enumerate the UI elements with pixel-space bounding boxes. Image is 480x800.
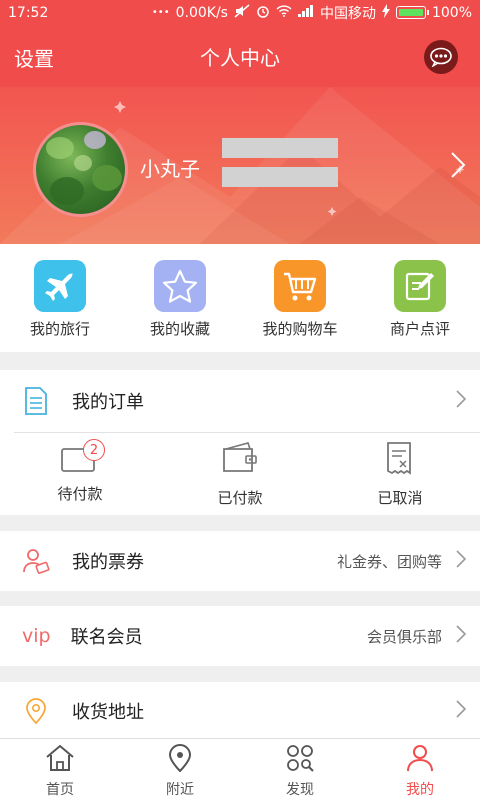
signal-icon — [297, 4, 314, 21]
nav-discover[interactable]: 发现 — [240, 739, 360, 800]
quick-action-favorites[interactable]: 我的收藏 — [120, 244, 240, 352]
avatar[interactable] — [33, 122, 128, 217]
nav-label: 首页 — [46, 782, 74, 798]
card-pending-icon: 2 — [60, 439, 105, 475]
edit-note-icon — [394, 260, 446, 312]
quick-action-travel[interactable]: 我的旅行 — [0, 244, 120, 352]
nav-home[interactable]: 首页 — [0, 739, 120, 800]
vip-card: vip 联名会员 会员俱乐部 — [0, 606, 480, 666]
charging-icon — [381, 3, 390, 22]
tickets-card: 我的票券 礼金券、团购等 — [0, 531, 480, 591]
page-title: 个人中心 — [200, 45, 280, 70]
bottom-nav: 首页 附近 发现 我的 — [0, 738, 480, 800]
settings-button[interactable]: 设置 — [14, 43, 54, 72]
orders-title: 我的订单 — [72, 392, 144, 413]
tickets-row[interactable]: 我的票券 礼金券、团购等 — [0, 531, 480, 591]
order-status-list: 2 待付款 已付款 已取消 — [0, 433, 480, 519]
chevron-right-icon — [456, 390, 467, 412]
nav-nearby[interactable]: 附近 — [120, 739, 240, 800]
status-dots: ••• — [151, 7, 170, 18]
status-time: 17:52 — [8, 4, 49, 21]
status-battery: 100% — [431, 4, 472, 21]
wallet-icon — [220, 441, 260, 479]
order-status-label: 已取消 — [377, 489, 423, 507]
order-status-label: 已付款 — [217, 489, 263, 507]
username: 小丸子 — [140, 157, 200, 181]
chevron-right-icon — [456, 550, 467, 572]
nav-label: 附近 — [166, 782, 194, 798]
quick-action-label: 商户点评 — [389, 320, 450, 338]
vip-label: 联名会员 — [70, 627, 143, 648]
title-bar: 设置 个人中心 — [0, 25, 480, 87]
mute-icon — [234, 3, 250, 22]
wifi-icon — [276, 4, 292, 21]
coupon-person-icon — [22, 547, 50, 575]
nav-label: 发现 — [286, 782, 314, 798]
quick-actions: 我的旅行 我的收藏 我的购物车 商户点评 — [0, 244, 480, 352]
status-speed: 0.00K/s — [175, 4, 228, 21]
quick-action-label: 我的旅行 — [29, 320, 90, 338]
redacted-info-bar-1 — [222, 138, 338, 158]
order-cancelled[interactable]: 已取消 — [320, 433, 480, 519]
orders-card: 我的订单 2 待付款 已付款 已取消 — [0, 370, 480, 515]
document-icon — [22, 387, 50, 415]
tickets-subtitle: 礼金券、团购等 — [336, 552, 442, 571]
address-label: 收货地址 — [72, 702, 144, 723]
profile-banner[interactable]: 小丸子 — [0, 87, 480, 244]
order-status-label: 待付款 — [57, 485, 103, 503]
location-pin-icon — [168, 744, 192, 776]
message-bubble-icon[interactable] — [424, 40, 458, 74]
order-paid[interactable]: 已付款 — [160, 433, 320, 519]
chevron-right-icon — [456, 700, 467, 722]
quick-action-label: 我的购物车 — [262, 320, 338, 338]
location-pin-icon — [22, 697, 50, 725]
airplane-icon — [34, 260, 86, 312]
status-carrier: 中国移动 — [319, 5, 376, 22]
tickets-label: 我的票券 — [72, 552, 144, 573]
pending-badge: 2 — [83, 439, 105, 461]
orders-row[interactable]: 我的订单 — [0, 370, 480, 432]
quick-action-label: 我的收藏 — [149, 320, 210, 338]
vip-row[interactable]: vip 联名会员 会员俱乐部 — [0, 606, 480, 666]
cancelled-receipt-icon — [380, 441, 420, 479]
status-bar: 17:52 ••• 0.00K/s 中国移动 100% — [0, 0, 480, 25]
star-icon — [154, 260, 206, 312]
battery-icon — [395, 6, 429, 19]
address-card: 收货地址 — [0, 682, 480, 738]
nav-mine[interactable]: 我的 — [360, 739, 480, 800]
vip-subtitle: 会员俱乐部 — [366, 627, 442, 646]
chevron-right-icon — [456, 625, 467, 647]
person-icon — [405, 744, 435, 776]
vip-icon: vip — [22, 625, 51, 647]
address-row[interactable]: 收货地址 — [0, 682, 480, 740]
redacted-info-bar-2 — [222, 167, 338, 187]
nav-label: 我的 — [406, 782, 434, 798]
quick-action-reviews[interactable]: 商户点评 — [360, 244, 480, 352]
chevron-right-icon — [450, 151, 466, 183]
cart-icon — [274, 260, 326, 312]
home-icon — [45, 744, 75, 776]
quick-action-cart[interactable]: 我的购物车 — [240, 244, 360, 352]
alarm-icon — [256, 4, 270, 22]
order-pending-payment[interactable]: 2 待付款 — [0, 433, 160, 519]
discover-grid-icon — [285, 744, 315, 776]
